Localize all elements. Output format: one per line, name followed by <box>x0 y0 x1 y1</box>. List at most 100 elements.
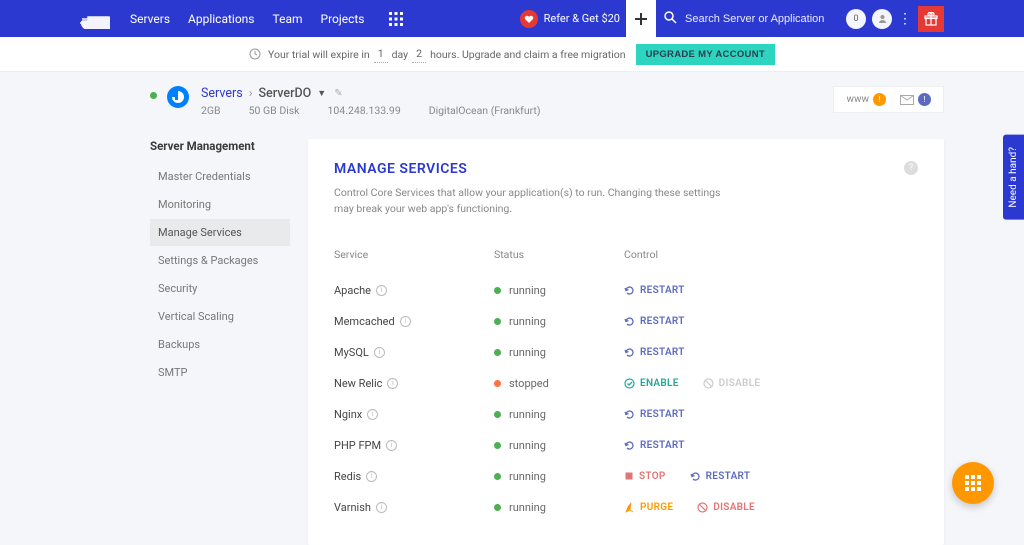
service-row: NginxirunningRESTART <box>334 399 918 430</box>
service-controls: RESTART <box>624 316 918 327</box>
info-icon[interactable]: i <box>400 316 411 327</box>
gift-icon[interactable] <box>918 6 944 32</box>
service-row: RedisirunningSTOP RESTART <box>334 461 918 492</box>
sidebar-item[interactable]: Monitoring <box>150 191 290 218</box>
control-stop[interactable]: STOP <box>624 471 666 482</box>
more-menu-icon[interactable]: ⋮ <box>898 11 912 27</box>
service-row: New RelicistoppedENABLEDISABLE <box>334 368 918 399</box>
nav-applications[interactable]: Applications <box>188 12 254 26</box>
control-restart[interactable]: RESTART <box>690 471 751 482</box>
server-pills: www! ! <box>833 86 944 113</box>
service-status: running <box>494 470 624 483</box>
trial-hours: 2 <box>412 45 426 63</box>
service-name: PHP FPMi <box>334 439 494 452</box>
info-icon[interactable]: i <box>387 378 398 389</box>
stop-icon <box>624 471 634 481</box>
trial-day-label: day <box>392 48 409 61</box>
sidebar-item[interactable]: Vertical Scaling <box>150 303 290 330</box>
spec-item: 104.248.133.99 <box>328 104 401 117</box>
sidebar: Server Management Master CredentialsMoni… <box>150 139 290 545</box>
nav-team[interactable]: Team <box>273 12 303 26</box>
search-icon <box>664 9 677 28</box>
spec-item: 50 GB Disk <box>249 104 300 117</box>
apps-grid-icon[interactable] <box>389 12 403 26</box>
search-input[interactable] <box>685 13 840 25</box>
service-status: running <box>494 346 624 359</box>
info-icon[interactable]: i <box>366 471 377 482</box>
mail-pill[interactable]: ! <box>900 93 931 106</box>
caret-down-icon[interactable]: ▼ <box>317 88 326 99</box>
sidebar-title: Server Management <box>150 139 290 153</box>
trial-days: 1 <box>374 45 388 63</box>
service-name: Memcachedi <box>334 315 494 328</box>
help-side-tab[interactable]: Need a hand? <box>1003 135 1024 220</box>
service-status: running <box>494 439 624 452</box>
nav-servers[interactable]: Servers <box>130 12 170 26</box>
refresh-icon <box>624 285 635 296</box>
sidebar-item[interactable]: Backups <box>150 331 290 358</box>
refer-link[interactable]: Refer & Get $20 <box>520 10 620 28</box>
service-status: stopped <box>494 377 624 390</box>
sidebar-item[interactable]: SMTP <box>150 359 290 386</box>
info-icon[interactable]: i <box>376 285 387 296</box>
info-icon[interactable]: i <box>376 502 387 513</box>
server-specs: 2GB50 GB Disk104.248.133.99DigitalOcean … <box>201 104 541 117</box>
control-restart[interactable]: RESTART <box>624 409 685 420</box>
service-controls: STOP RESTART <box>624 471 918 482</box>
info-icon[interactable]: i <box>386 440 397 451</box>
sidebar-item[interactable]: Security <box>150 275 290 302</box>
www-pill[interactable]: www! <box>846 93 886 106</box>
logo[interactable] <box>80 9 110 29</box>
refresh-icon <box>690 471 701 482</box>
service-name: Redisi <box>334 470 494 483</box>
content: Servers › ServerDO ▼ ✎ 2GB50 GB Disk104.… <box>0 72 1024 545</box>
service-controls: PURGE DISABLE <box>624 502 918 513</box>
service-controls: RESTART <box>624 440 918 451</box>
notification-badge[interactable]: 0 <box>846 9 866 29</box>
info-icon[interactable]: i <box>367 409 378 420</box>
breadcrumb-servers[interactable]: Servers <box>201 86 243 101</box>
control-disable[interactable]: DISABLE <box>703 378 761 389</box>
heart-icon <box>520 10 538 28</box>
control-restart[interactable]: RESTART <box>624 440 685 451</box>
manage-services-panel: ? MANAGE SERVICES Control Core Services … <box>308 139 944 545</box>
www-badge: ! <box>873 93 886 106</box>
info-icon[interactable]: i <box>374 347 385 358</box>
spec-item: DigitalOcean (Frankfurt) <box>429 104 541 117</box>
edit-icon[interactable]: ✎ <box>334 88 342 99</box>
service-name: Nginxi <box>334 408 494 421</box>
table-header: Service Status Control <box>334 239 918 275</box>
user-avatar-icon[interactable] <box>872 9 892 29</box>
refresh-icon <box>624 347 635 358</box>
refresh-icon <box>624 440 635 451</box>
service-status: running <box>494 284 624 297</box>
service-controls: ENABLE DISABLE <box>624 378 918 389</box>
control-restart[interactable]: RESTART <box>624 347 685 358</box>
control-restart[interactable]: RESTART <box>624 285 685 296</box>
control-purge[interactable]: PURGE <box>624 502 673 513</box>
search-wrap <box>664 9 840 28</box>
upgrade-button[interactable]: UPGRADE MY ACCOUNT <box>636 44 775 65</box>
chat-fab[interactable] <box>952 462 994 504</box>
sidebar-item[interactable]: Master Credentials <box>150 163 290 190</box>
check-icon <box>624 378 635 389</box>
trial-bar: Your trial will expire in 1 day 2 hours.… <box>0 37 1024 72</box>
service-row: PHP FPMirunningRESTART <box>334 430 918 461</box>
control-restart[interactable]: RESTART <box>624 316 685 327</box>
control-disable[interactable]: DISABLE <box>697 502 755 513</box>
sidebar-item[interactable]: Settings & Packages <box>150 247 290 274</box>
help-icon[interactable]: ? <box>904 161 918 175</box>
breadcrumb-server-name: ServerDO <box>258 86 311 101</box>
service-row: VarnishirunningPURGEDISABLE <box>334 492 918 523</box>
nav-projects[interactable]: Projects <box>321 12 365 26</box>
service-status: running <box>494 501 624 514</box>
refer-label: Refer & Get $20 <box>544 12 620 25</box>
service-status: running <box>494 408 624 421</box>
sidebar-item[interactable]: Manage Services <box>150 219 290 246</box>
chevron-right-icon: › <box>249 86 253 101</box>
service-row: MySQLirunningRESTART <box>334 337 918 368</box>
service-controls: RESTART <box>624 347 918 358</box>
control-enable[interactable]: ENABLE <box>624 378 679 389</box>
add-button[interactable] <box>626 0 656 37</box>
trial-hours-label: hours. Upgrade and claim a free migratio… <box>430 48 626 61</box>
